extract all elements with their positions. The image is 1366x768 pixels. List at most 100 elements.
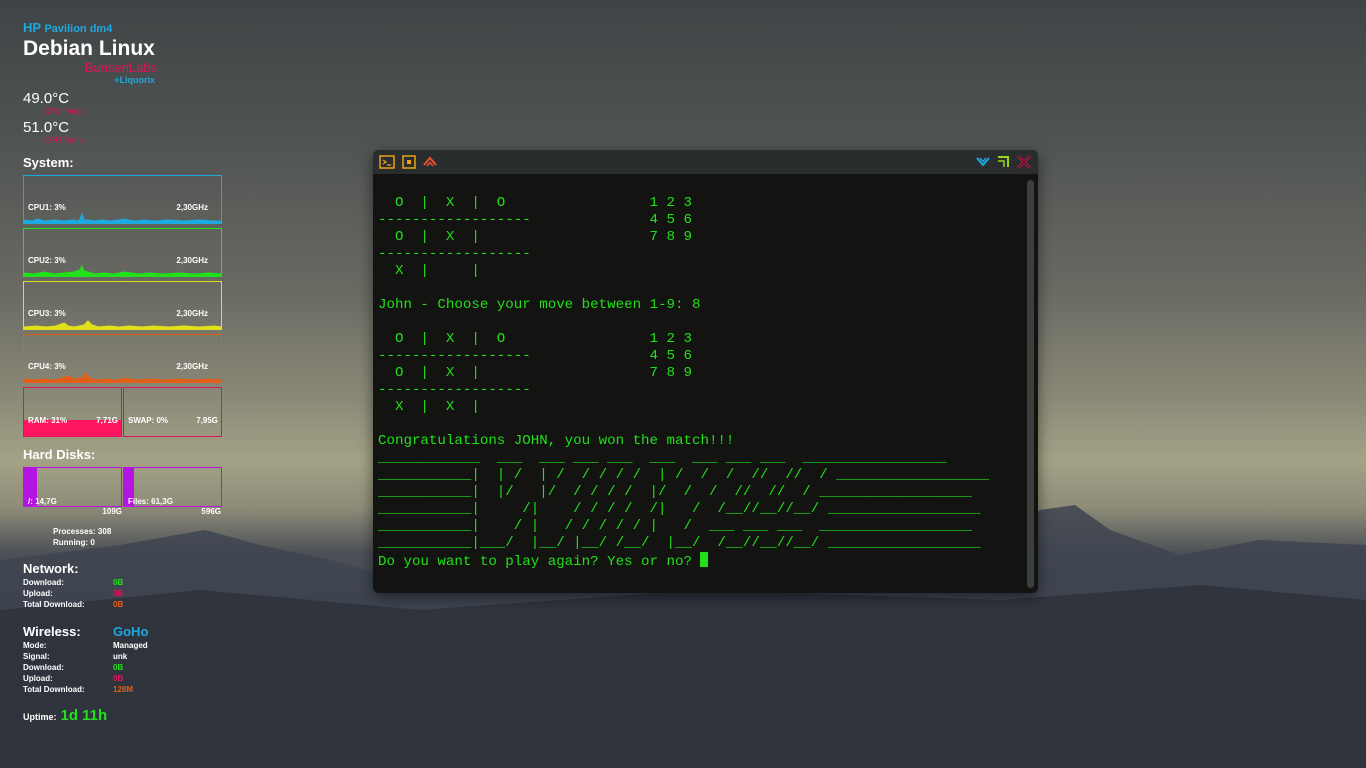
running-count: Running: 0: [53, 538, 95, 547]
wireless-key: Total Download:: [23, 685, 85, 694]
wireless-row: Mode: Managed: [23, 640, 233, 651]
brand-name: HP: [23, 20, 41, 35]
network-value: 0B: [113, 600, 124, 609]
cpu3-sparkline: [24, 320, 222, 329]
gpu-temp-value: 51.0°C: [23, 119, 70, 136]
network-key: Total Download:: [23, 600, 85, 609]
terminal-line: ___________| | / | / / / / / | / / / // …: [378, 467, 989, 483]
wireless-value: 0B: [113, 663, 124, 672]
distro-name: Debian Linux: [23, 37, 155, 60]
system-heading: System:: [23, 155, 74, 170]
cpu1-graph: CPU1: 3% 2,30GHz: [23, 175, 222, 224]
ram-total: 7,71G: [96, 416, 118, 425]
minimize-icon[interactable]: [975, 154, 991, 170]
network-row: Upload: 0B: [23, 588, 233, 599]
terminal-line: Congratulations JOHN, you won the match!…: [378, 433, 735, 449]
terminal-line: X | |: [378, 263, 480, 279]
disks-row: /: 14,7G Files: 61,3G: [23, 467, 233, 507]
network-heading: Network:: [23, 561, 79, 576]
cpu-temp-label: CPU Temp: [44, 107, 83, 116]
cpu4-sparkline: [24, 372, 222, 382]
wireless-value: Managed: [113, 641, 148, 650]
wireless-row: Signal: unk: [23, 651, 233, 662]
files-disk-total: 596G: [201, 507, 221, 516]
uptime-value: 1d 11h: [60, 707, 108, 724]
flavor-name: BunsenLabs: [84, 60, 157, 75]
cpu2-graph: CPU2: 3% 2,30GHz: [23, 228, 222, 277]
model-name: Pavilion dm4: [44, 23, 113, 35]
wireless-value: 128M: [113, 685, 134, 694]
brand-line: HP Pavilion dm4: [23, 20, 233, 37]
terminal-cursor: [700, 552, 709, 567]
terminal-titlebar[interactable]: [373, 150, 1038, 174]
kernel-name: +Liquorix: [114, 75, 155, 85]
cpu1-sparkline: [24, 212, 222, 223]
terminal-scrollbar[interactable]: [1027, 180, 1034, 588]
sticky-icon[interactable]: [401, 154, 417, 170]
wireless-key: Signal:: [23, 652, 50, 661]
swap-total: 7,95G: [196, 416, 218, 425]
shade-icon[interactable]: [422, 154, 438, 170]
network-value: 0B: [113, 589, 124, 598]
wireless-rows: Mode: Managed Signal: unk Download: 0B Upload:…: [23, 640, 233, 695]
uptime-row: Uptime: 1d 11h: [23, 707, 233, 724]
wireless-key: Download:: [23, 663, 64, 672]
cpu2-sparkline: [24, 264, 222, 276]
wireless-row: Total Download: 128M: [23, 684, 233, 695]
terminal-window[interactable]: O | X | O 1 2 3 ------------------ 4 5 6…: [373, 150, 1038, 593]
terminal-line: ____________ ___ ___ ___ ___ ___ ___ ___…: [378, 450, 947, 466]
network-value: 0B: [113, 578, 124, 587]
terminal-line: ------------------: [378, 246, 531, 262]
network-rows: Download: 0B Upload: 0B Total Download: 0B: [23, 577, 233, 610]
maximize-icon[interactable]: [995, 154, 1011, 170]
disk-totals: 109G 596G: [23, 507, 233, 516]
wireless-key: Mode:: [23, 641, 47, 650]
cpu3-graph: CPU3: 3% 2,30GHz: [23, 281, 222, 330]
root-disk-box: /: 14,7G: [23, 467, 122, 507]
network-key: Download:: [23, 578, 64, 587]
terminal-line: O | X | 7 8 9: [378, 365, 692, 381]
uptime-label: Uptime:: [23, 712, 57, 722]
processes-count: Processes: 308: [53, 527, 112, 536]
cpu-temp-value: 49.0°C: [23, 90, 70, 107]
gpu-temp-label: GPU Temp: [44, 136, 83, 145]
wireless-key: Upload:: [23, 674, 53, 683]
wireless-heading: Wireless: GoHo: [23, 624, 233, 640]
close-icon[interactable]: [1016, 154, 1032, 170]
terminal-prompt: Do you want to play again? Yes or no?: [378, 554, 701, 570]
wireless-row: Download: 0B: [23, 662, 233, 673]
network-row: Total Download: 0B: [23, 599, 233, 610]
network-key: Upload:: [23, 589, 53, 598]
cpu4-graph: CPU4: 3% 2,30GHz: [23, 334, 222, 383]
terminal-output[interactable]: O | X | O 1 2 3 ------------------ 4 5 6…: [378, 195, 1026, 571]
conky-panel: HP Pavilion dm4 Debian Linux BunsenLabs …: [23, 20, 233, 724]
hard-disks-heading: Hard Disks:: [23, 447, 96, 462]
terminal-line: John - Choose your move between 1-9: 8: [378, 297, 701, 313]
swap-box: SWAP: 0% 7,95G: [123, 387, 222, 437]
terminal-line: O | X | 7 8 9: [378, 229, 692, 245]
wireless-ssid: GoHo: [113, 624, 149, 639]
root-disk-label: /: 14,7G: [28, 497, 57, 506]
ram-box: RAM: 31% 7,71G: [23, 387, 122, 437]
wireless-value: unk: [113, 652, 128, 661]
wireless-value: 0B: [113, 674, 124, 683]
root-disk-total: 109G: [102, 507, 122, 516]
terminal-line: ------------------: [378, 382, 531, 398]
terminal-line: ___________| |/ |/ / / / / |/ / / // // …: [378, 484, 973, 500]
terminal-line: O | X | O 1 2 3: [378, 195, 692, 211]
files-disk-box: Files: 61,3G: [123, 467, 222, 507]
terminal-line: ___________| / | / / / / / | / ___ ___ _…: [378, 518, 973, 534]
wireless-row: Upload: 0B: [23, 673, 233, 684]
terminal-line: ------------------ 4 5 6: [378, 212, 692, 228]
files-disk-label: Files: 61,3G: [128, 497, 173, 506]
terminal-icon[interactable]: [379, 154, 395, 170]
terminal-line: ___________|___/ |__/ |__/ /__/ |__/ /__…: [378, 535, 981, 551]
terminal-line: O | X | O 1 2 3: [378, 331, 692, 347]
swap-label: SWAP: 0%: [128, 416, 169, 425]
memory-row: RAM: 31% 7,71G SWAP: 0% 7,95G: [23, 387, 233, 437]
wireless-label: Wireless:: [23, 624, 81, 639]
network-row: Download: 0B: [23, 577, 233, 588]
terminal-line: X | X |: [378, 399, 480, 415]
terminal-line: ------------------ 4 5 6: [378, 348, 692, 364]
ram-label: RAM: 31%: [28, 416, 68, 425]
